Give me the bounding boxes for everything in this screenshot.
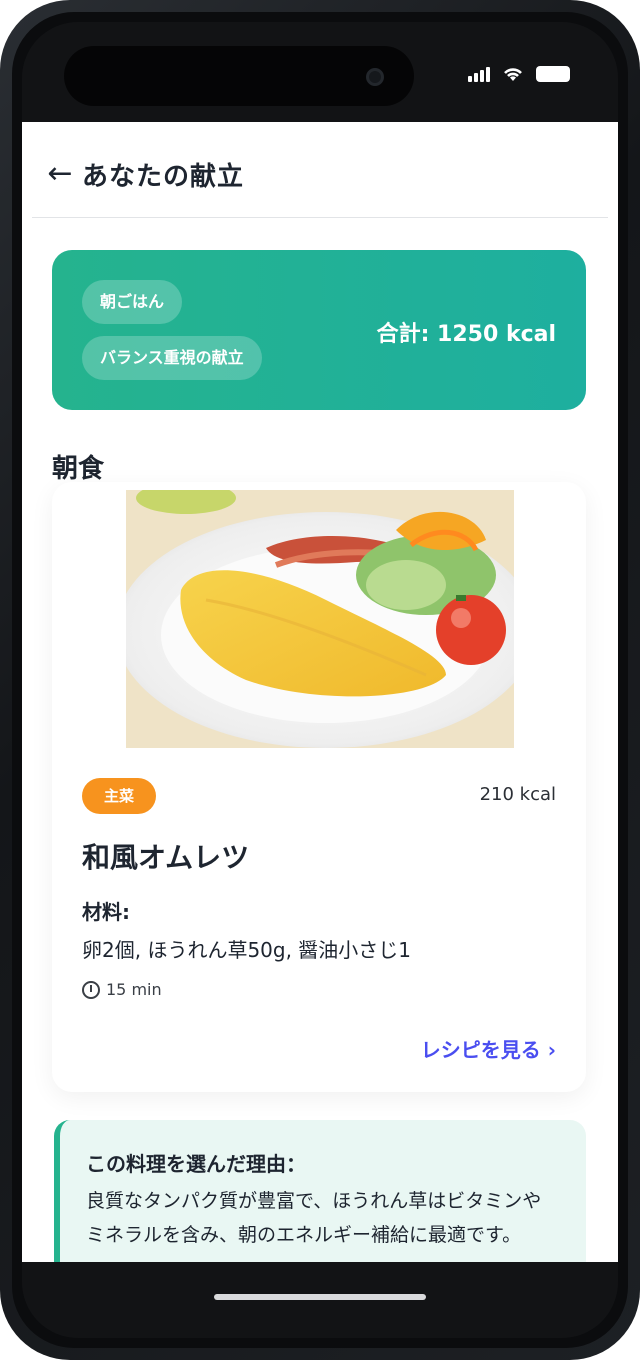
camera-icon — [366, 68, 384, 86]
meal-card[interactable]: 主菜 210 kcal 和風オムレツ 材料: 卵2個, ほうれん草50g, 醤油… — [52, 482, 586, 1092]
reason-title: この料理を選んだ理由： — [86, 1152, 306, 1176]
main-dish-badge: 主菜 — [82, 778, 156, 814]
wifi-icon — [504, 68, 522, 81]
reason-text: 良質なタンパク質が豊富で、ほうれん草はビタミンやミネラルを含み、朝のエネルギー補… — [86, 1190, 542, 1246]
battery-icon — [536, 66, 570, 82]
cook-time-value: 15 min — [106, 980, 162, 999]
ingredients-list: 卵2個, ほうれん草50g, 醤油小さじ1 — [82, 938, 412, 962]
screen: ← あなたの献立 朝ごはん バランス重視の献立 合計: 1250 kcal 朝食 — [22, 22, 618, 1338]
ingredients-label: 材料: — [82, 900, 130, 924]
meal-time-pill: 朝ごはん — [82, 280, 183, 324]
meal-name: 和風オムレツ — [82, 841, 250, 874]
summary-card: 朝ごはん バランス重視の献立 合計: 1250 kcal — [52, 250, 586, 410]
status-icons — [468, 66, 570, 82]
menu-type-pill: バランス重視の献立 — [82, 336, 262, 380]
status-bar — [22, 22, 618, 122]
app-content: ← あなたの献立 朝ごはん バランス重視の献立 合計: 1250 kcal 朝食 — [22, 122, 618, 1262]
bottom-bar — [22, 1262, 618, 1338]
total-calories: 合計: 1250 kcal — [376, 322, 556, 347]
cellular-signal-icon — [468, 66, 490, 82]
view-recipe-link[interactable]: レシピを見る › — [421, 1034, 556, 1063]
back-arrow-icon[interactable]: ← — [40, 154, 80, 194]
clock-icon — [82, 980, 100, 999]
omelette-photo — [126, 490, 514, 748]
page-title: あなたの献立 — [82, 162, 245, 192]
dynamic-island — [64, 46, 414, 106]
meal-calories: 210 kcal — [479, 784, 556, 805]
reason-card: この料理を選んだ理由： 良質なタンパク質が豊富で、ほうれん草はビタミンやミネラル… — [54, 1120, 586, 1262]
phone-frame: ← あなたの献立 朝ごはん バランス重視の献立 合計: 1250 kcal 朝食 — [0, 0, 640, 1360]
page-header: ← あなたの献立 — [32, 122, 608, 218]
home-indicator[interactable] — [214, 1294, 426, 1300]
cook-time: 15 min — [82, 980, 162, 999]
section-title-breakfast: 朝食 — [52, 454, 105, 484]
